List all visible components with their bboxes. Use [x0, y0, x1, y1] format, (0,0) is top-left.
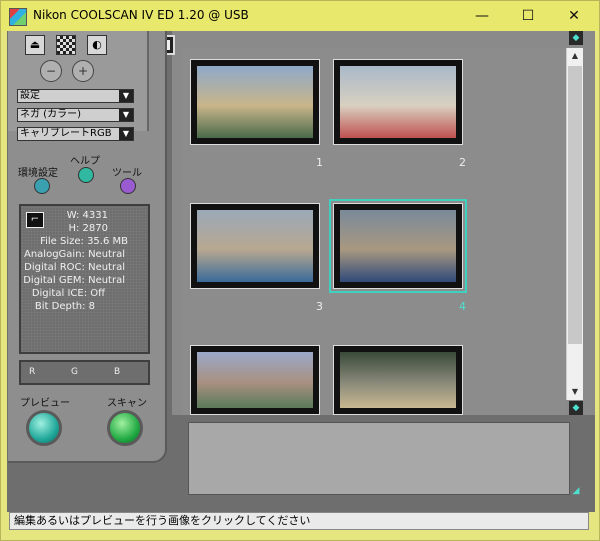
title-bar[interactable]: Nikon COOLSCAN IV ED 1.20 @ USB — ☐ ✕: [1, 1, 599, 31]
chevron-down-icon: ▼: [119, 109, 133, 121]
zoom-in-icon[interactable]: +: [72, 60, 94, 82]
scroll-up-arrow-icon[interactable]: ▲: [567, 48, 583, 64]
film-thumbnail[interactable]: [333, 345, 463, 415]
settings-dropdown-value: 設定: [20, 90, 40, 101]
scroll-thumb[interactable]: [568, 66, 582, 344]
info-digital-gem: Digital GEM: Neutral: [23, 275, 125, 286]
preview-button[interactable]: [26, 410, 62, 446]
calibration-dropdown-value: キャリブレートRGB: [20, 128, 112, 139]
eject-icon[interactable]: ⏏: [25, 35, 45, 55]
calibration-dropdown[interactable]: キャリブレートRGB ▼: [17, 127, 134, 141]
minimize-button[interactable]: —: [459, 1, 505, 31]
film-thumbnail[interactable]: [190, 345, 320, 415]
chevron-down-icon: ▼: [119, 90, 133, 102]
thumbnail-number: 4: [459, 300, 466, 313]
film-type-dropdown-value: ネガ (カラー): [20, 109, 81, 120]
thumbnail-number: 3: [316, 300, 323, 313]
thumbnail-photo: [340, 66, 456, 138]
film-thumbnail[interactable]: [190, 59, 320, 145]
maximize-button[interactable]: ☐: [505, 1, 551, 31]
contrast-icon[interactable]: ◐: [87, 35, 107, 55]
collapse-bottom-icon[interactable]: ◆: [569, 401, 583, 415]
film-type-dropdown[interactable]: ネガ (カラー) ▼: [17, 108, 134, 122]
thumbnail-number: 2: [459, 156, 466, 169]
scan-button[interactable]: [107, 410, 143, 446]
thumbnail-photo: [197, 210, 313, 282]
zoom-out-icon[interactable]: −: [40, 60, 62, 82]
info-file-size: File Size: 35.6 MB: [40, 236, 128, 247]
tools-button[interactable]: [120, 178, 136, 194]
chevron-down-icon: ▼: [119, 128, 133, 140]
film-thumbnail[interactable]: [190, 203, 320, 289]
info-width: W: 4331: [66, 210, 108, 221]
close-button[interactable]: ✕: [551, 1, 597, 31]
thumbnail-photo: [340, 352, 456, 408]
resize-grip-icon[interactable]: ◢: [569, 484, 583, 498]
settings-dropdown[interactable]: 設定 ▼: [17, 89, 134, 103]
thumbnail-number: 1: [316, 156, 323, 169]
preferences-button[interactable]: [34, 178, 50, 194]
scroll-down-arrow-icon[interactable]: ▼: [567, 384, 583, 400]
status-bar: 編集あるいはプレビューを行う画像をクリックしてください: [9, 512, 589, 530]
info-height: H: 2870: [68, 223, 108, 234]
info-analog-gain: AnalogGain: Neutral: [23, 249, 125, 260]
info-digital-ice: Digital ICE: Off: [31, 288, 105, 299]
app-icon: [9, 8, 27, 26]
curve-icon: ⌐: [26, 212, 44, 228]
rgb-r-label: R: [29, 367, 36, 377]
rgb-b-label: B: [114, 367, 121, 377]
rgb-g-label: G: [71, 367, 78, 377]
collapse-top-icon[interactable]: ◆: [569, 31, 583, 45]
preferences-label: 環境設定: [18, 168, 58, 179]
thumbnail-photo: [340, 210, 456, 282]
grid-icon[interactable]: [56, 35, 76, 55]
vertical-scrollbar[interactable]: ▲ ▼: [566, 48, 583, 400]
film-thumbnail[interactable]: [333, 59, 463, 145]
preview-tray: [188, 422, 570, 495]
help-label: ヘルプ: [70, 156, 100, 167]
thumbnail-photo: [197, 66, 313, 138]
thumbnail-photo: [197, 352, 313, 408]
tools-label: ツール: [112, 168, 142, 179]
scan-label: スキャン: [107, 398, 147, 409]
film-thumbnail[interactable]: [329, 199, 467, 293]
rgb-readout: R G B: [19, 360, 150, 385]
info-bit-depth: Bit Depth: 8: [34, 301, 95, 312]
image-info-panel: ⌐ W: 4331 H: 2870 File Size: 35.6 MB Ana…: [19, 204, 150, 354]
window-title: Nikon COOLSCAN IV ED 1.20 @ USB: [33, 8, 249, 22]
help-button[interactable]: [78, 167, 94, 183]
info-digital-roc: Digital ROC: Neutral: [24, 262, 125, 273]
preview-label: プレビュー: [20, 398, 70, 409]
